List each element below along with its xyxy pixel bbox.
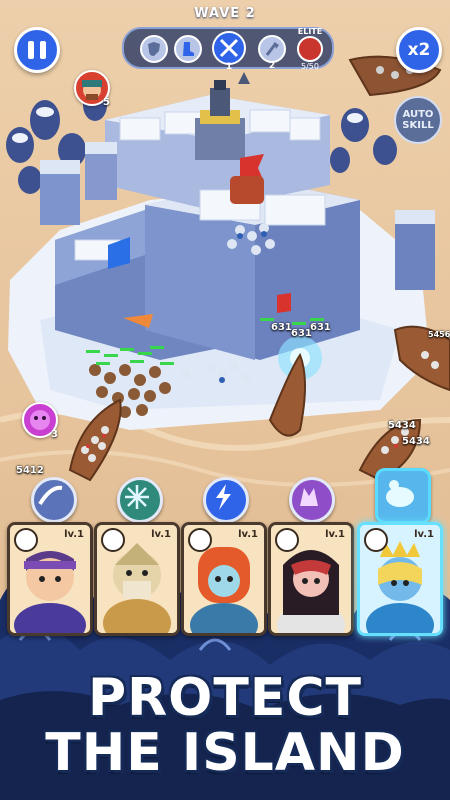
shield-icon [148,42,160,56]
game-scene: WAVE 2 x2 1 2 ELITE 5/50 AUTO SKILL 5 3 … [0,0,450,800]
unit-hp-label: 631 [310,322,331,333]
hero-level: lv.1 [238,529,258,540]
hero-card-3[interactable]: lv.1 [181,522,267,636]
slash-icon [38,485,63,506]
boat-hp-label: 5434 [388,420,416,431]
leaf-badge-icon [188,528,212,552]
sword-badge-icon [14,528,38,552]
speed-toggle-button[interactable]: x2 [396,27,442,73]
boot-icon [183,42,194,56]
hero-level: lv.1 [151,529,171,540]
boat-hp-label: 5412 [16,465,44,476]
elite-count: 5/50 [301,62,319,71]
skill-water-selected[interactable] [375,468,431,524]
hero-card-4[interactable]: lv.1 [268,522,354,636]
unit-hp-label: 631 [291,328,312,339]
water-splash-icon [386,480,414,507]
elite-label: ELITE [297,27,323,36]
next-wave-number: 2 [268,61,276,71]
hero-card-1[interactable]: lv.1 [7,522,93,636]
hero-card-2[interactable]: lv.1 [94,522,180,636]
lightning-icon [216,484,231,510]
hero-card-5-selected[interactable]: lv.1 [357,522,443,636]
elite-wave-indicator: ELITE 5/50 [290,27,330,71]
auto-skill-button[interactable]: AUTO SKILL [394,96,442,144]
wave-node-completed-2 [174,35,202,63]
pause-button[interactable] [14,27,60,73]
wave-node-next: 2 [258,35,286,71]
skill-lightning[interactable] [203,477,249,523]
crossed-swords-icon [219,38,239,58]
staff-badge-icon [101,528,125,552]
wave-node-completed-1 [140,35,168,63]
hero-level: lv.1 [64,529,84,540]
bow-badge-icon [275,528,299,552]
skill-slash[interactable] [31,477,77,523]
boat-hp-label: 5434 [402,436,430,447]
boat-hp-label: 5456 [428,330,450,339]
enemy-spawn-count: 3 [51,429,58,440]
spirit-fox-icon [300,488,318,506]
pause-icon [25,41,49,59]
magic-badge-icon [364,528,388,552]
enemy-spawn-count: 5 [103,97,110,108]
wave-label: WAVE 2 [194,6,256,21]
headline-line-1: PROTECT [88,668,362,728]
hero-level: lv.1 [325,529,345,540]
headline-line-2: THE ISLAND [45,723,405,783]
hero-level: lv.1 [414,529,434,540]
snowflake-icon [125,485,149,509]
unit-hp-label: 631 [271,322,292,333]
skill-blizzard[interactable] [117,477,163,523]
current-wave-number: 1 [225,62,233,72]
elite-boss-avatar [297,36,323,62]
axe-icon [265,42,279,56]
wave-node-current: 1 [212,31,246,72]
skill-spirit[interactable] [289,477,335,523]
